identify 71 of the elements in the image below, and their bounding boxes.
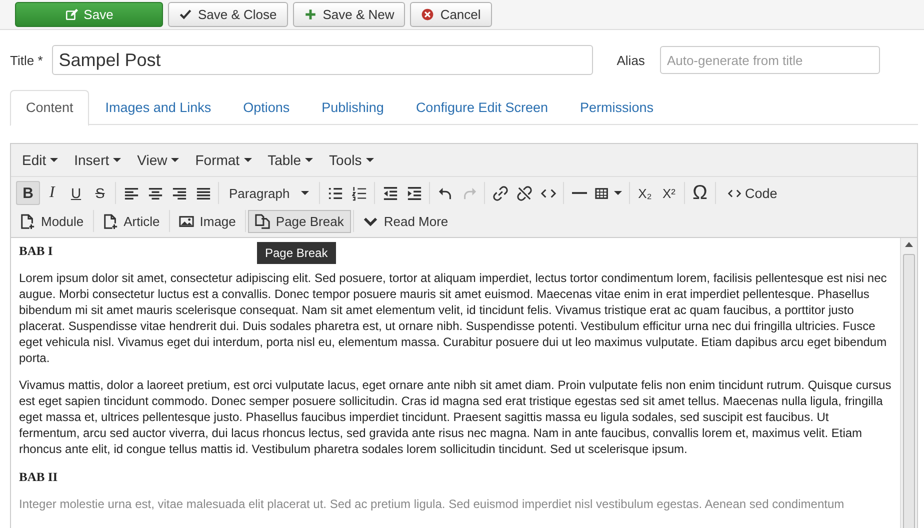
paragraph: Vivamus mattis, dolor a laoreet pretium, est orci vulputate lacus, eget ornare ante nibh sit amet diam. Proin vulputate felis non enim tincidunt rutrum. Quisque cursus est eget sapien tincidunt commodo. Donec semper posuere sollicitudin. Cras id magna sed erat tristique egestas sed sit amet tellus. Maecenas nulla ligula, fringilla eget massa et, ultrices pellentesque justo. Phasellus faucibus imperdiet tincidunt. Praesent sagittis massa eu ligula sodales, sed suscipit est faucibus. Ut fermentum, arcu sed auctor viverra, dui lacus rhoncus lectus, sed gravida ante risus nec magna. Nam in ante faucibus, convallis lorem et, maximus velit. Etiam rhoncus ante elit, id congue tellus mattis id. Vestibulum pharetra sodales lorem sollicitudin tincidunt. Sed ut scelerisque ipsum. [19,378,892,458]
copy-icon [254,214,270,228]
action-button[interactable]: Cancel [410,2,492,27]
numbered-list-icon [352,186,366,200]
format-button[interactable]: I [40,181,64,205]
format-button[interactable]: X₂ [633,181,657,205]
field-label: Alias [616,52,645,68]
insert-button[interactable]: Article [96,210,167,232]
format-button[interactable]: X² [657,181,681,205]
link-icon [492,186,508,200]
field-label: Title * [10,52,43,68]
caret-icon [366,158,374,162]
menu-item[interactable]: Tools [322,149,381,171]
format-button[interactable]: B [16,181,40,205]
tab[interactable]: Options [227,90,306,126]
action-button[interactable]: Save [15,2,163,27]
undo-icon [438,186,452,200]
document-plus-icon [102,214,118,228]
title-field[interactable]: Sampel Post [52,45,593,75]
caret-icon [614,191,622,195]
caret-icon [244,158,252,162]
scrollbar[interactable] [900,238,917,528]
insert-button[interactable]: Image [172,210,243,232]
paragraph: Lorem ipsum dolor sit amet, consectetur adipiscing elit. Sed posuere, tortor at aliquam imperdiet, lectus tortor condimentum lorem, facilisis pellentesque est nisi nec augue. Morbi consectetur luctus est a convallis. Donec tempor posuere mauris sit amet euismod. Maecenas vitae enim in erat imperdiet pellentesque. Phasellus bibendum mi sit amet mauris scelerisque consequat. Nam sit amet elementum velit, id tincidunt felis. Vivamus tristique erat ac quam faucibus, a porttitor justo placerat. Suspendisse vitae hendrerit dui. Duis sodales pharetra est, ut ornare nibh. Suspendisse potenti. Vestibulum efficitur urna nec dui fringilla ultricies. Fusce eget vehicula nisl. Vivamus eget dui interdum, porta nisl eu, elementum massa. Curabitur posuere dui ut leo maximus vulputate. Etiam dapibus arcu eget bibendum porta. [19,271,888,366]
redo-icon [462,186,476,200]
block-format-select[interactable]: Paragraph [222,181,316,205]
section-heading: BAB I [19,244,53,259]
insert-button[interactable]: Read More [356,210,456,232]
document-plus-icon [20,214,35,228]
align-right-icon [172,186,186,200]
outdent-icon [382,186,398,200]
bullet-list-icon [328,186,342,200]
menu-item[interactable]: Format [188,149,259,171]
align-justify-icon [196,186,210,200]
tab[interactable]: Publishing [306,90,400,126]
align-left-icon [124,186,138,200]
caret-icon [50,158,58,162]
caret-icon [113,158,122,162]
insert-button[interactable]: Module [13,210,91,232]
indent-icon [406,186,422,200]
tooltip: Page Break [257,242,336,264]
caret-icon [301,191,309,195]
image-icon [178,214,194,228]
menu-item[interactable]: Edit [15,149,66,171]
format-button[interactable]: U [64,181,88,205]
unlink-icon [516,186,532,200]
menu-item[interactable]: Insert [67,149,128,171]
caret-icon [171,158,180,162]
alias-field[interactable]: Auto-generate from title [660,46,880,74]
code-button[interactable]: Code [719,181,786,205]
table-icon [595,186,610,200]
plus-icon [304,8,317,21]
format-button[interactable]: Ω [688,181,712,205]
paragraph: Integer molestie urna est, vitae malesuada elit placerat ut. Sed ac pretium ligula. Sed euismod imperdiet nisl vestibulum egestas. Aenean sed condimentum [19,496,846,513]
horizontal-rule-icon [572,192,586,194]
menu-item[interactable]: Table [260,149,320,171]
section-heading: BAB II [19,470,58,485]
action-button[interactable]: Save & New [292,2,406,27]
tab[interactable]: Configure Edit Screen [400,90,564,126]
tab[interactable]: Permissions [564,90,670,126]
caret-icon [305,158,314,162]
cancel-icon [421,8,434,21]
menu-item[interactable]: View [130,149,186,171]
check-icon [179,8,192,21]
insert-button[interactable]: Page Break [248,210,351,232]
format-button[interactable]: S [88,181,112,205]
align-center-icon [148,186,162,200]
action-button[interactable]: Save & Close [168,2,288,27]
tab[interactable]: Content [10,90,90,126]
edit-icon [64,8,78,21]
tab[interactable]: Images and Links [89,90,228,126]
